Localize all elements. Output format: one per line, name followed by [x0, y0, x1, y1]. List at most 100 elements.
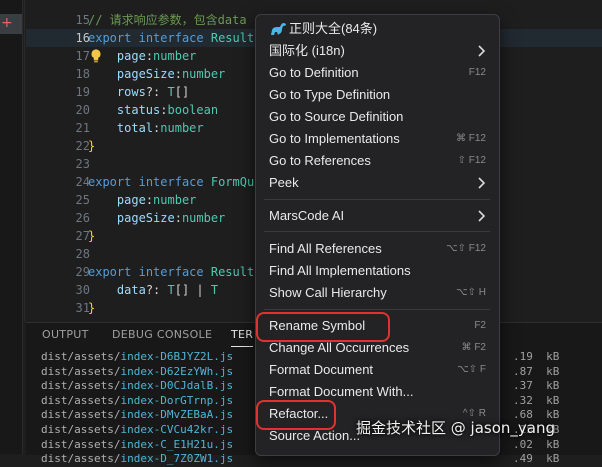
- menu-item-show-call-hierarchy[interactable]: Show Call Hierarchy ⌥⇧ H: [261, 282, 494, 304]
- menu-item-marscode-ai[interactable]: MarsCode AI: [261, 205, 494, 227]
- menu-item-regex-collection[interactable]: 正则大全(84条): [261, 18, 494, 40]
- code-token: number: [153, 49, 197, 63]
- terminal-file: index-D0CJdalB.js: [120, 379, 234, 393]
- menu-item-i18n[interactable]: 国际化 (i18n): [261, 40, 494, 62]
- code-token: :: [160, 103, 168, 117]
- terminal-dir: dist/assets/: [41, 452, 121, 466]
- code-text: }: [88, 227, 95, 245]
- code-token: export: [88, 265, 132, 279]
- code-token: T: [210, 283, 219, 297]
- code-token: :: [174, 67, 182, 81]
- terminal-size: .37 kB: [513, 379, 560, 393]
- code-token: }: [88, 139, 96, 153]
- menu-item-find-all-references[interactable]: Find All References ⌥⇧ F12: [261, 238, 494, 260]
- code-text: page:number: [88, 191, 197, 209]
- menu-item-find-all-implementations[interactable]: Find All Implementations: [261, 260, 494, 282]
- code-token: FormQu: [210, 175, 255, 189]
- menu-item-go-to-definition[interactable]: Go to Definition F12: [261, 62, 494, 84]
- code-token: // 请求响应参数，包含data: [88, 13, 247, 27]
- menu-item-peek[interactable]: Peek: [261, 172, 494, 194]
- code-token: export: [88, 175, 132, 189]
- tab-output[interactable]: OUTPUT: [42, 326, 89, 344]
- code-token: :: [145, 49, 154, 63]
- line-number: 29: [75, 265, 90, 279]
- code-text: pageSize:number: [88, 209, 225, 227]
- line-number: 21: [75, 121, 90, 135]
- menu-item-shortcut: F12: [468, 67, 486, 78]
- dinosaur-icon: [271, 23, 286, 35]
- line-number: 27: [75, 229, 90, 243]
- code-token: total: [116, 121, 154, 135]
- terminal-size: .32 kB: [513, 393, 560, 407]
- tab-debug-console[interactable]: DEBUG CONSOLE: [112, 326, 212, 344]
- menu-item-shortcut: ⌘ F12: [455, 133, 486, 144]
- code-text: export interface Result: [88, 29, 254, 47]
- code-token: Result: [210, 265, 255, 279]
- code-token: interface: [138, 31, 204, 45]
- menu-item-shortcut: ⌘ F2: [461, 342, 486, 353]
- menu-item-go-to-references[interactable]: Go to References ⇧ F12: [261, 150, 494, 172]
- chevron-right-icon: [478, 210, 486, 222]
- terminal-dir: dist/assets/: [41, 422, 121, 436]
- chevron-right-icon: [478, 45, 486, 57]
- menu-item-rename-symbol[interactable]: Rename Symbol F2: [261, 315, 494, 337]
- code-token: export: [88, 31, 132, 45]
- code-token: number: [153, 193, 197, 207]
- terminal-dir: dist/assets/: [41, 408, 121, 422]
- terminal-size: .49 kB: [513, 452, 560, 466]
- activity-bar: +: [0, 0, 23, 454]
- line-number: 20: [75, 103, 90, 117]
- menu-item-go-to-implementations[interactable]: Go to Implementations ⌘ F12: [261, 128, 494, 150]
- menu-item-shortcut: F2: [474, 320, 486, 331]
- code-token: number: [160, 121, 204, 135]
- line-number: 26: [75, 211, 90, 225]
- code-token: rows: [116, 85, 146, 99]
- menu-item-label: Go to References: [269, 153, 371, 168]
- code-token: [] |: [174, 283, 211, 297]
- menu-item-label: Go to Implementations: [269, 131, 400, 146]
- menu-item-label: Show Call Hierarchy: [269, 285, 387, 300]
- menu-item-shortcut: ⌥⇧ F: [457, 364, 486, 375]
- menu-item-format-document-with[interactable]: Format Document With...: [261, 381, 494, 403]
- code-text: export interface Result: [88, 263, 254, 281]
- terminal-file: index-D6BJYZ2L.js: [120, 350, 234, 363]
- terminal-dir: dist/assets/: [41, 393, 121, 407]
- code-token: :: [174, 211, 182, 225]
- menu-item-go-to-type-definition[interactable]: Go to Type Definition: [261, 84, 494, 106]
- line-number: 15: [75, 13, 90, 27]
- menu-item-go-to-source-definition[interactable]: Go to Source Definition: [261, 106, 494, 128]
- menu-item-shortcut: ⌥⇧ H: [456, 287, 486, 298]
- code-token: number: [181, 211, 226, 225]
- code-text: data?: T[] | T: [88, 281, 218, 299]
- terminal-file: index-DorGTrnp.js: [120, 393, 234, 407]
- menu-item-change-all-occurrences[interactable]: Change All Occurrences ⌘ F2: [261, 337, 494, 359]
- tab-terminal[interactable]: TER: [231, 326, 254, 347]
- code-text: // 请求响应参数，包含data: [88, 11, 247, 29]
- line-number: 25: [75, 193, 90, 207]
- watermark: 掘金技术社区 @ jason_yang: [356, 419, 555, 437]
- code-token: pageSize: [116, 211, 175, 225]
- menu-item-label: Peek: [269, 175, 299, 190]
- terminal-file: index-D62EzYWh.js: [120, 364, 234, 378]
- menu-item-shortcut: ⌥⇧ F12: [446, 243, 486, 254]
- code-token: boolean: [167, 103, 219, 117]
- terminal-size: .87 kB: [513, 364, 560, 378]
- chevron-right-icon: [478, 177, 486, 189]
- code-token: }: [88, 229, 96, 243]
- menu-item-format-document[interactable]: Format Document ⌥⇧ F: [261, 359, 494, 381]
- terminal-file: index-C_E1H21u.js: [120, 437, 234, 451]
- code-token: number: [181, 67, 226, 81]
- terminal-dir: dist/assets/: [41, 437, 121, 451]
- terminal-dir: dist/assets/: [41, 379, 121, 393]
- terminal-size: .19 kB: [513, 350, 560, 363]
- plus-icon[interactable]: +: [1, 13, 15, 33]
- lightbulb-icon[interactable]: [90, 48, 102, 64]
- terminal-dir: dist/assets/: [41, 350, 121, 363]
